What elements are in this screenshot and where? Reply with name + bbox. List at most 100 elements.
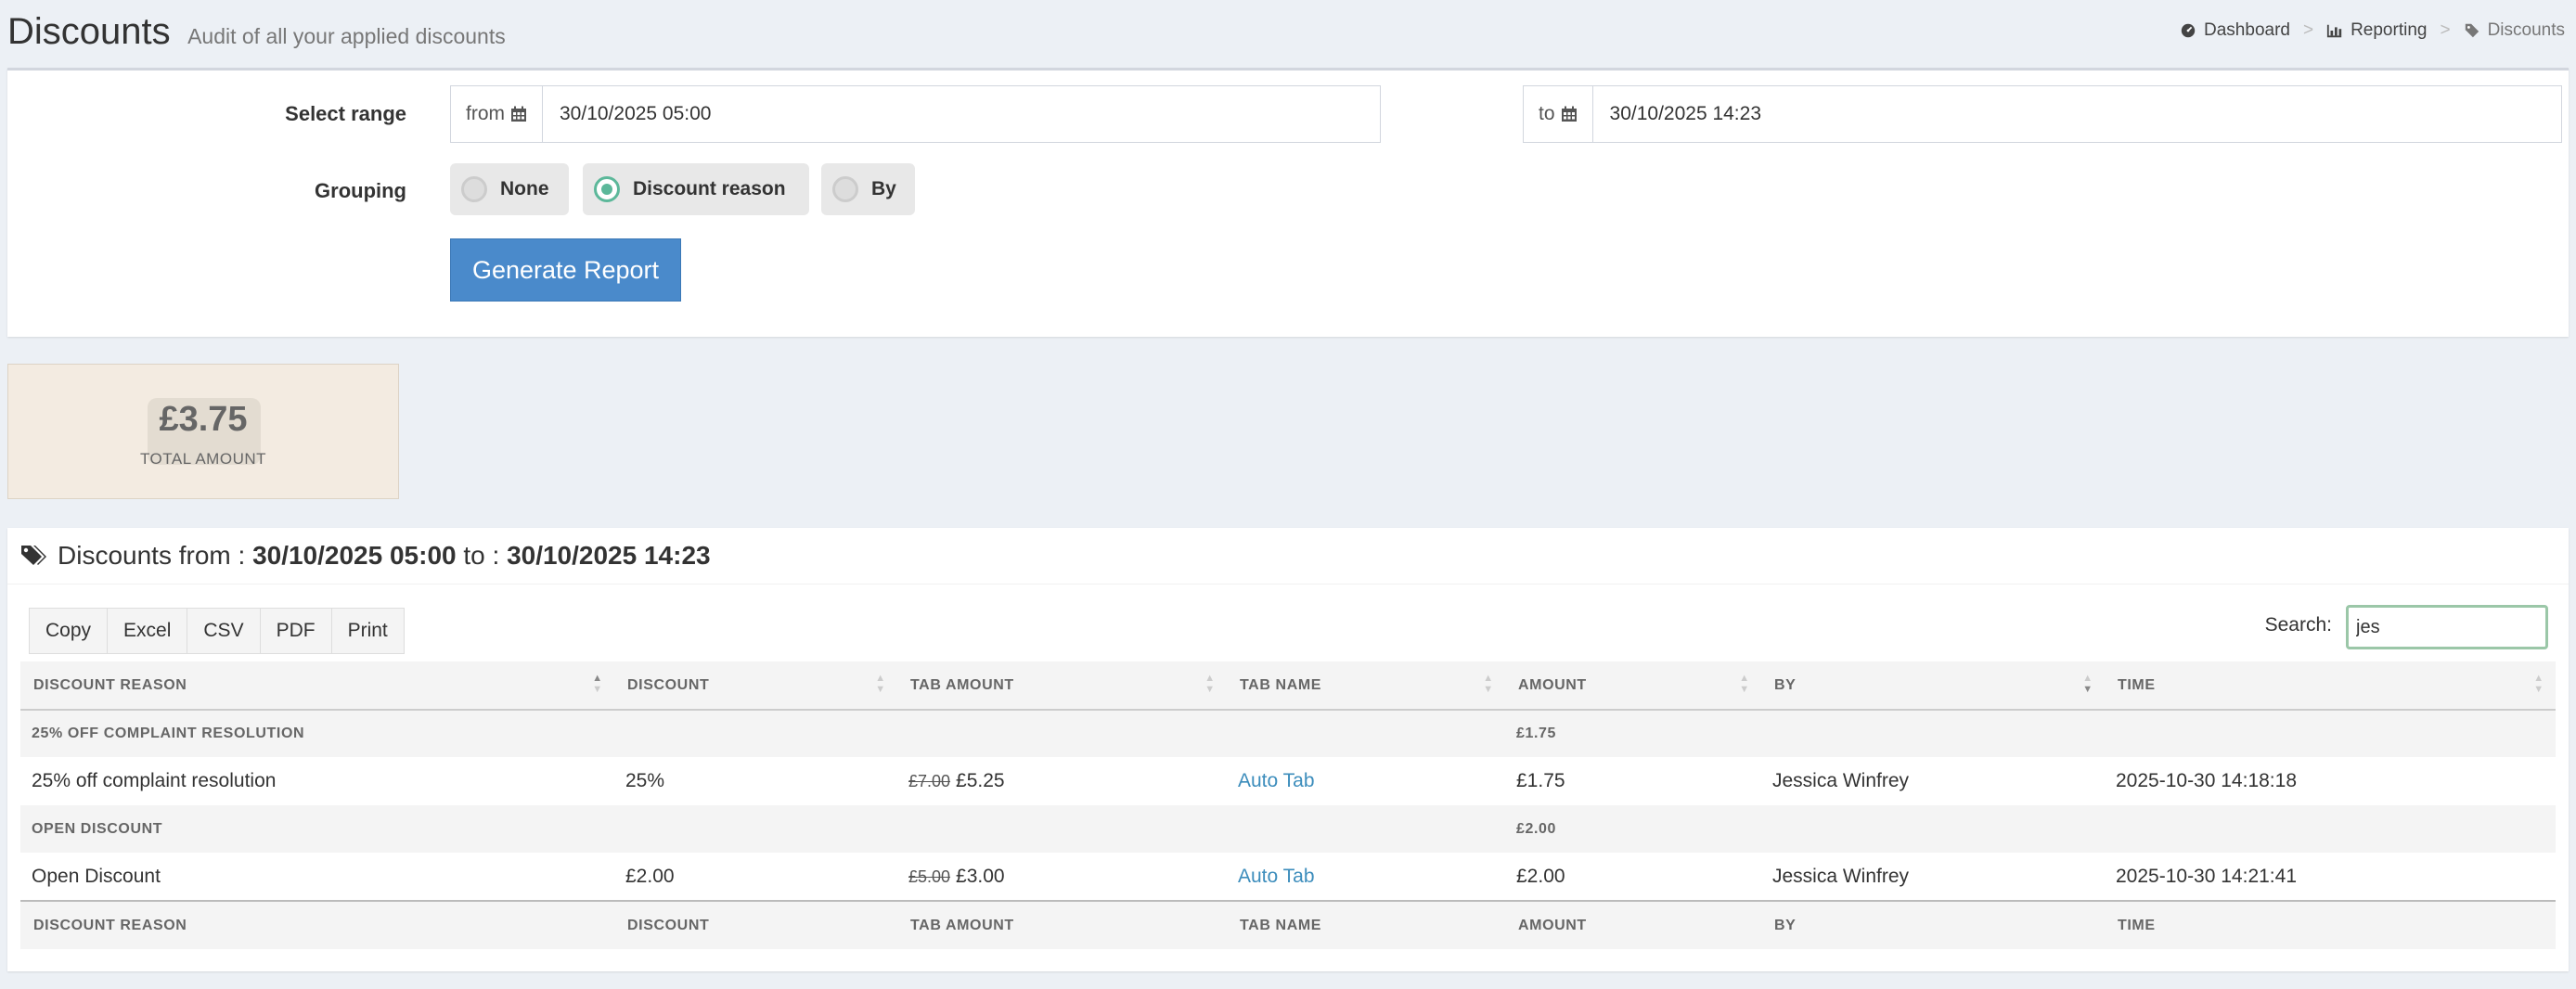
to-addon: to (1524, 86, 1593, 142)
column-header-discount-reason[interactable]: DISCOUNT REASON ▲ ▼ (20, 661, 614, 711)
page-subtitle: Audit of all your applied discounts (187, 24, 506, 48)
tags-icon (2465, 23, 2479, 38)
report-to-date: 30/10/2025 14:23 (507, 541, 711, 570)
group-row: OPEN DISCOUNT £2.00 (20, 805, 2556, 853)
sort-icon: ▲ ▼ (1739, 673, 1750, 695)
breadcrumb-label: Reporting (2351, 20, 2428, 40)
cell-time: 2025-10-30 14:18:18 (2105, 757, 2556, 805)
tab-amount-original: £7.00 (908, 772, 951, 790)
tab-name-link[interactable]: Auto Tab (1238, 866, 1315, 887)
radio-unchecked-icon (461, 176, 487, 202)
breadcrumb: Dashboard > Reporting > Discounts (2180, 20, 2565, 41)
tab-amount-discounted: £5.25 (956, 770, 1005, 791)
grouping-option-by[interactable]: By (821, 163, 915, 215)
sort-icon: ▲ ▼ (592, 673, 603, 695)
cell-discount: 25% (614, 757, 897, 805)
cell-tab-name: Auto Tab (1227, 853, 1505, 901)
to-label: to (1539, 103, 1555, 124)
cell-tab-amount: £5.00 £3.00 (897, 853, 1227, 901)
calendar-icon (1561, 106, 1577, 122)
to-date-input[interactable] (1592, 86, 2561, 142)
cell-discount: £2.00 (614, 853, 897, 901)
table-header-row: DISCOUNT REASON ▲ ▼ DISCOUNT ▲ ▼ TAB AMOUNT ▲… (20, 661, 2556, 711)
calendar-icon (511, 106, 526, 122)
table-footer-row: DISCOUNT REASON DISCOUNT TAB AMOUNT TAB … (20, 900, 2556, 949)
footer-amount: AMOUNT (1505, 900, 1761, 949)
cell-by: Jessica Winfrey (1761, 853, 2105, 901)
sort-icon: ▲ ▼ (1483, 673, 1494, 695)
cell-amount: £1.75 (1505, 757, 1761, 805)
column-header-discount[interactable]: DISCOUNT ▲ ▼ (614, 661, 897, 711)
breadcrumb-item-dashboard[interactable]: Dashboard (2180, 20, 2290, 41)
grouping-option-label: By (871, 178, 896, 199)
breadcrumb-separator: > (2440, 20, 2451, 40)
report-filter-form: Select range from to Grouping None Disco… (7, 68, 2569, 337)
pdf-button[interactable]: PDF (259, 608, 332, 654)
bar-chart-icon (2326, 24, 2342, 38)
total-amount-card: £3.75 TOTAL AMOUNT (7, 364, 399, 499)
breadcrumb-item-discounts: Discounts (2464, 20, 2565, 41)
csv-button[interactable]: CSV (187, 608, 261, 654)
footer-by: BY (1761, 900, 2105, 949)
total-amount-label: TOTAL AMOUNT (139, 450, 267, 468)
breadcrumb-separator: > (2302, 20, 2314, 40)
export-buttons: Copy Excel CSV PDF Print (29, 608, 405, 654)
tab-amount-discounted: £3.00 (956, 865, 1005, 887)
tab-name-link[interactable]: Auto Tab (1238, 770, 1315, 791)
column-header-tab-name[interactable]: TAB NAME ▲ ▼ (1227, 661, 1505, 711)
report-title: Discounts from : 30/10/2025 05:00 to : 3… (20, 541, 711, 571)
copy-button[interactable]: Copy (29, 608, 109, 654)
footer-tab-name: TAB NAME (1227, 900, 1505, 949)
print-button[interactable]: Print (330, 608, 405, 654)
report-results: Discounts from : 30/10/2025 05:00 to : 3… (7, 528, 2569, 971)
radio-checked-icon (594, 176, 620, 202)
dashboard-icon (2181, 23, 2196, 38)
cell-reason: 25% off complaint resolution (20, 757, 614, 805)
grouping-label: Grouping (315, 179, 406, 202)
to-date-group: to (1523, 85, 2562, 143)
total-amount-value: £3.75 (159, 400, 248, 439)
cell-reason: Open Discount (20, 853, 614, 901)
cell-by: Jessica Winfrey (1761, 757, 2105, 805)
radio-unchecked-icon (832, 176, 858, 202)
grouping-option-label: Discount reason (633, 178, 786, 199)
column-header-tab-amount[interactable]: TAB AMOUNT ▲ ▼ (897, 661, 1227, 711)
column-header-time[interactable]: TIME ▲ ▼ (2105, 661, 2556, 711)
select-range-label: Select range (285, 102, 406, 125)
group-row: 25% OFF COMPLAINT RESOLUTION £1.75 (20, 710, 2556, 757)
grouping-option-discount-reason[interactable]: Discount reason (583, 163, 809, 215)
footer-time: TIME (2105, 900, 2556, 949)
excel-button[interactable]: Excel (107, 608, 188, 654)
generate-report-button[interactable]: Generate Report (450, 238, 681, 302)
cell-amount: £2.00 (1505, 853, 1761, 901)
sort-icon: ▲ ▼ (2082, 673, 2093, 695)
report-from-date: 30/10/2025 05:00 (252, 541, 457, 570)
footer-discount: DISCOUNT (614, 900, 897, 949)
sort-icon: ▲ ▼ (875, 673, 886, 695)
footer-discount-reason: DISCOUNT REASON (20, 900, 614, 949)
from-addon: from (451, 86, 543, 142)
footer-tab-amount: TAB AMOUNT (897, 900, 1227, 949)
group-amount: £1.75 (1505, 710, 2556, 757)
sort-icon: ▲ ▼ (2533, 673, 2544, 695)
cell-time: 2025-10-30 14:21:41 (2105, 853, 2556, 901)
discounts-table: DISCOUNT REASON ▲ ▼ DISCOUNT ▲ ▼ TAB AMOUNT ▲… (20, 661, 2556, 949)
column-header-by[interactable]: BY ▲ ▼ (1761, 661, 2105, 711)
group-amount: £2.00 (1505, 805, 2556, 853)
group-name: OPEN DISCOUNT (20, 805, 1505, 853)
breadcrumb-label: Discounts (2487, 20, 2565, 40)
column-header-amount[interactable]: AMOUNT ▲ ▼ (1505, 661, 1761, 711)
breadcrumb-item-reporting[interactable]: Reporting (2326, 20, 2427, 41)
tab-amount-original: £5.00 (908, 867, 951, 886)
from-date-input[interactable] (543, 86, 1380, 142)
from-date-group: from (450, 85, 1381, 143)
cell-tab-name: Auto Tab (1227, 757, 1505, 805)
grouping-option-none[interactable]: None (450, 163, 569, 215)
tags-icon (21, 546, 46, 565)
sort-icon: ▲ ▼ (1204, 673, 1216, 695)
breadcrumb-label: Dashboard (2204, 20, 2290, 40)
grouping-option-label: None (500, 178, 549, 199)
search-input[interactable] (2346, 605, 2548, 649)
page-title: Discounts (7, 11, 171, 52)
table-row: 25% off complaint resolution 25% £7.00 £5… (20, 757, 2556, 805)
